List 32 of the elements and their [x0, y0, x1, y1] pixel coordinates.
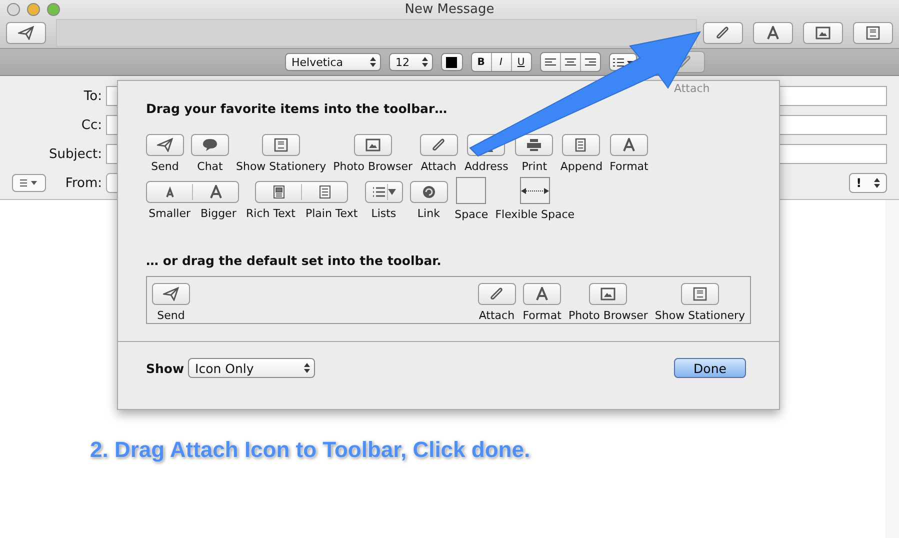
item-label: Photo Browser [568, 309, 648, 322]
item-label: Flexible Space [495, 208, 575, 221]
show-label: Show [146, 360, 184, 376]
item-label: Attach [420, 160, 456, 173]
item-label: Attach [478, 309, 515, 322]
sheet-heading: Drag your favorite items into the toolbar… [146, 101, 448, 116]
item-label: Plain Text [305, 207, 358, 220]
item-label: Rich Text [246, 207, 296, 220]
item-label: Link [417, 207, 440, 220]
item-label: Lists [371, 207, 396, 220]
dragged-item-label: Attach [674, 82, 710, 95]
item-label: Show Stationery [654, 309, 745, 322]
annotation-text: 2. Drag Attach Icon to Toolbar, Click done. [90, 437, 530, 463]
item-label: Smaller [148, 207, 190, 220]
field-label: To: [82, 88, 102, 104]
field-label: Subject: [48, 146, 102, 162]
item-label: Chat [197, 160, 223, 173]
item-label: Space [454, 208, 488, 221]
item-label: Photo Browser [333, 160, 413, 173]
item-label: Send [151, 160, 179, 173]
item-label: Format [610, 160, 648, 173]
field-label: From: [64, 176, 102, 190]
item-label: Send [157, 309, 185, 322]
field-label: Cc: [80, 118, 102, 132]
sheet-heading: … or drag the default set into the toolbar. [146, 253, 442, 268]
window-title: New Message [404, 2, 494, 16]
item-label: Show Stationery [236, 160, 326, 173]
item-label: Address [464, 160, 508, 173]
item-label: Format [522, 309, 562, 322]
item-label: Bigger [200, 207, 236, 220]
item-label: Print [522, 160, 548, 173]
item-label: Append [560, 160, 603, 173]
